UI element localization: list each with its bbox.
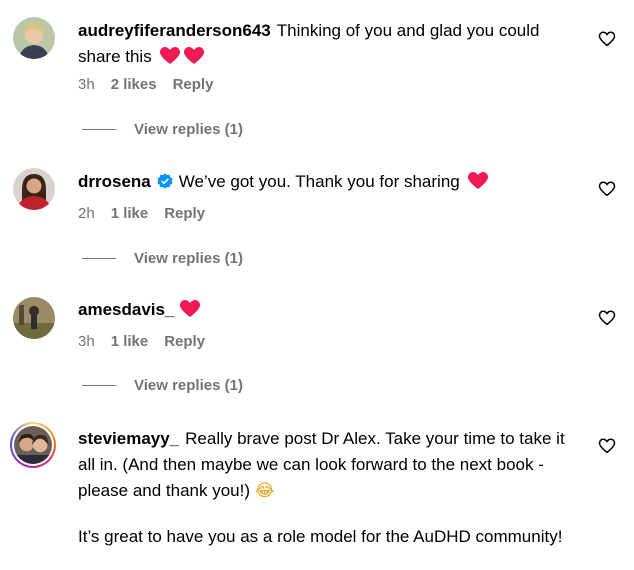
avatar[interactable] — [13, 297, 55, 339]
view-replies-label: View replies (1) — [134, 121, 243, 138]
avatar — [12, 424, 54, 466]
likes-count[interactable]: 1 like — [111, 333, 149, 350]
heart-outline-icon[interactable] — [598, 180, 616, 198]
likes-count[interactable]: 2 likes — [111, 76, 157, 93]
avatar[interactable] — [13, 17, 55, 59]
comment-text: We’ve got you. Thank you for sharing — [178, 172, 460, 191]
heart-emoji-icon — [468, 172, 489, 198]
comment-text-paragraph-2: It’s great to have you as a role model f… — [78, 527, 563, 546]
avatar-story-ring[interactable] — [10, 422, 56, 468]
heart-outline-icon[interactable] — [598, 437, 616, 455]
reply-button[interactable]: Reply — [173, 76, 214, 93]
username[interactable]: drrosena — [78, 172, 151, 191]
verified-badge-icon — [157, 171, 173, 197]
divider-line — [82, 385, 116, 386]
comment-body: steviemayy_ Really brave post Dr Alex. Ta… — [78, 426, 584, 550]
timestamp: 2h — [78, 205, 95, 222]
comment-meta: 2h 1 like Reply — [78, 205, 205, 222]
view-replies-button[interactable]: View replies (1) — [82, 250, 243, 267]
view-replies-button[interactable]: View replies (1) — [82, 121, 243, 138]
heart-emoji-icon — [160, 47, 181, 73]
comment-meta: 3h 2 likes Reply — [78, 76, 213, 93]
reply-button[interactable]: Reply — [164, 205, 205, 222]
comment-body: amesdavis_ — [78, 297, 584, 326]
view-replies-label: View replies (1) — [134, 250, 243, 267]
divider-line — [82, 258, 116, 259]
comment-meta: 3h 1 like Reply — [78, 333, 205, 350]
likes-count[interactable]: 1 like — [111, 205, 149, 222]
heart-emoji-icon — [180, 300, 201, 326]
username[interactable]: amesdavis_ — [78, 300, 174, 319]
heart-emoji-icon — [184, 47, 205, 73]
view-replies-label: View replies (1) — [134, 377, 243, 394]
heart-outline-icon[interactable] — [598, 309, 616, 327]
laughing-emoji-icon: 😂 — [254, 481, 275, 501]
timestamp: 3h — [78, 76, 95, 93]
comment-body: audreyfiferanderson643 Thinking of you an… — [78, 18, 584, 73]
reply-button[interactable]: Reply — [164, 333, 205, 350]
divider-line — [82, 129, 116, 130]
username[interactable]: audreyfiferanderson643 — [78, 21, 271, 40]
timestamp: 3h — [78, 333, 95, 350]
heart-outline-icon[interactable] — [598, 30, 616, 48]
username[interactable]: steviemayy_ — [78, 429, 179, 448]
comment-body: drrosena We’ve got you. Thank you for sha… — [78, 169, 584, 198]
avatar[interactable] — [13, 168, 55, 210]
view-replies-button[interactable]: View replies (1) — [82, 377, 243, 394]
